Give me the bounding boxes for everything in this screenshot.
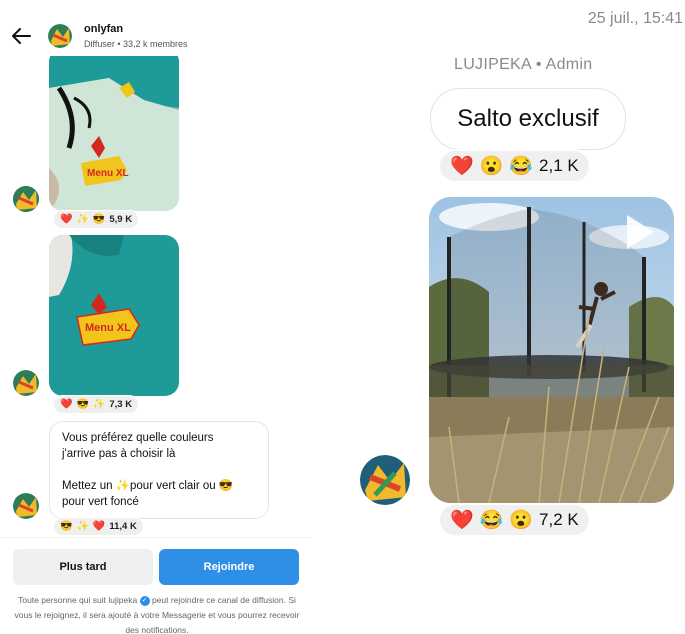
- message-paragraph-1: Vous préférez quelle couleurs j'arrive p…: [62, 430, 256, 462]
- sparkles-emoji: ✨: [92, 398, 106, 410]
- reactions-bar-1[interactable]: ❤️ ✨ 😎 5,9 K: [53, 210, 140, 229]
- shirt-photo-1-image: Menu XL: [49, 48, 179, 211]
- sender-name[interactable]: LUJIPEKA: [454, 56, 531, 73]
- heart-emoji: ❤️: [450, 155, 474, 177]
- reaction-count: 7,2 K: [539, 510, 579, 529]
- trampoline-video-frame: [429, 197, 674, 503]
- zoomed-panel: 25 juil., 15:41 LUJIPEKA • Admin Salto e…: [312, 0, 685, 634]
- reactions-bar-big-1[interactable]: ❤️ 😮 😂 2,1 K: [438, 149, 591, 183]
- heart-emoji: ❤️: [92, 520, 106, 532]
- avatar-image: [13, 186, 39, 212]
- sparkles-emoji: ✨: [76, 213, 89, 225]
- sender-avatar-1[interactable]: [13, 186, 39, 212]
- shirt-photo-2-image: Menu XL: [49, 235, 179, 396]
- sunglasses-emoji: 😎: [60, 520, 73, 532]
- join-button[interactable]: Rejoindre: [159, 549, 299, 585]
- message-line: Mettez un ✨pour vert clair ou 😎: [62, 480, 234, 492]
- timestamp: 25 juil., 15:41: [587, 10, 683, 27]
- svg-text:Menu XL: Menu XL: [87, 168, 129, 179]
- verified-badge-icon: ✓: [139, 595, 150, 606]
- sender-avatar-big[interactable]: [360, 455, 410, 505]
- surprised-emoji: 😮: [479, 155, 504, 177]
- channel-name[interactable]: onlyfan: [84, 23, 123, 35]
- message-line: j'arrive pas à choisir là: [62, 448, 176, 460]
- channel-avatar[interactable]: [48, 24, 72, 48]
- svg-text:Menu XL: Menu XL: [85, 322, 131, 334]
- avatar-image: [13, 493, 39, 519]
- reaction-count: 11,4 K: [109, 521, 137, 532]
- trampoline-video[interactable]: [429, 197, 674, 503]
- join-notice: Toute personne qui suit lujipeka ✓ peut …: [12, 593, 302, 634]
- message-bubble[interactable]: Salto exclusif: [430, 88, 626, 150]
- reactions-bar-2[interactable]: ❤️ 😎 ✨ 7,3 K: [53, 395, 140, 414]
- message-line: Vous préférez quelle couleurs: [62, 432, 214, 444]
- surprised-emoji: 😮: [509, 509, 534, 531]
- join-notice-text-1: Toute personne qui suit lujipeka: [18, 595, 138, 605]
- sender-avatar-3[interactable]: [13, 493, 39, 519]
- text-message[interactable]: Vous préférez quelle couleurs j'arrive p…: [49, 421, 269, 519]
- message-line: pour vert foncé: [62, 496, 139, 508]
- reaction-count: 2,1 K: [539, 156, 579, 175]
- reactions-bar-3[interactable]: 😎 ✨ ❤️ 11,4 K: [53, 517, 144, 536]
- heart-emoji: ❤️: [60, 213, 73, 225]
- message-paragraph-2: Mettez un ✨pour vert clair ou 😎 pour ver…: [62, 478, 256, 510]
- avatar-image: [13, 370, 39, 396]
- later-button[interactable]: Plus tard: [13, 549, 153, 585]
- sender-label: LUJIPEKA • Admin: [454, 56, 592, 74]
- shirt-photo-1[interactable]: Menu XL: [49, 48, 179, 211]
- back-button[interactable]: [10, 24, 34, 48]
- sender-avatar-2[interactable]: [13, 370, 39, 396]
- shirt-photo-2[interactable]: Menu XL: [49, 235, 179, 396]
- arrow-left-icon: [12, 28, 31, 44]
- reactions-bar-big-2[interactable]: ❤️ 😂 😮 7,2 K: [438, 503, 591, 537]
- channel-panel: Menu XL ❤️ ✨ 😎 5,9 K Menu XL ❤️ 😎 ✨ 7,3 …: [0, 0, 312, 634]
- laughing-emoji: 😂: [479, 509, 504, 531]
- channel-subtitle: Diffuser • 33,2 k membres: [84, 39, 188, 49]
- heart-emoji: ❤️: [450, 509, 474, 531]
- channel-header: onlyfan Diffuser • 33,2 k membres: [0, 0, 312, 56]
- heart-emoji: ❤️: [60, 398, 73, 410]
- sender-role: • Admin: [531, 56, 593, 73]
- reaction-count: 5,9 K: [109, 214, 133, 225]
- sunglasses-emoji: 😎: [76, 398, 89, 410]
- reaction-count: 7,3 K: [109, 399, 133, 410]
- sunglasses-emoji: 😎: [92, 213, 106, 225]
- laughing-emoji: 😂: [509, 155, 534, 177]
- avatar-image: [48, 24, 72, 48]
- avatar-image: [360, 455, 410, 505]
- join-footer: Plus tard Rejoindre Toute personne qui s…: [0, 537, 312, 634]
- sparkles-emoji: ✨: [76, 520, 89, 532]
